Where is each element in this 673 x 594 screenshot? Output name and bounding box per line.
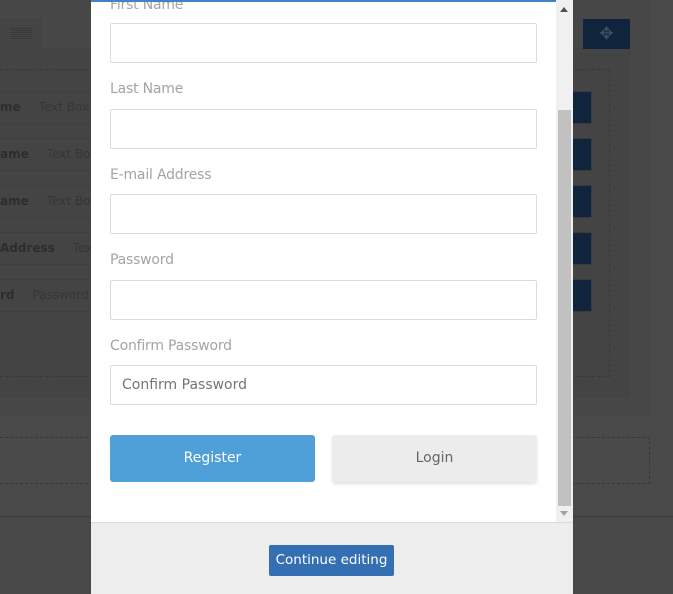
last-name-label: Last Name (110, 81, 184, 97)
preview-modal: First Name Last Name E-mail Address Pass… (91, 0, 573, 594)
bg-field-row[interactable]: Address Text (0, 232, 97, 265)
confirm-password-input[interactable] (110, 365, 537, 405)
login-button[interactable]: Login (332, 435, 537, 482)
bg-field-action-button[interactable] (572, 185, 592, 218)
bg-field-action-button[interactable] (572, 138, 592, 171)
grid-icon (10, 28, 32, 40)
scroll-up-arrow-icon[interactable] (560, 7, 568, 12)
scroll-down-arrow-icon[interactable] (560, 511, 568, 516)
modal-footer: Continue editing (91, 522, 573, 594)
bg-field-row[interactable]: rd Password (0, 279, 95, 312)
bg-field-action-button[interactable] (572, 91, 592, 124)
password-label: Password (110, 252, 174, 268)
move-icon: ✥ (599, 24, 614, 44)
email-input[interactable] (110, 194, 537, 234)
modal-scrollbar[interactable] (556, 0, 573, 522)
bg-field-row[interactable]: me Text Box (0, 91, 95, 124)
modal-top-border (91, 0, 573, 2)
bg-field-row[interactable]: ame Text Box (0, 185, 97, 218)
continue-editing-button[interactable]: Continue editing (269, 545, 394, 576)
last-name-input[interactable] (110, 109, 537, 149)
scrollbar-thumb[interactable] (558, 110, 571, 506)
modal-scroll-content: First Name Last Name E-mail Address Pass… (91, 0, 556, 522)
register-button[interactable]: Register (110, 435, 315, 482)
move-button[interactable]: ✥ (583, 19, 630, 49)
password-input[interactable] (110, 280, 537, 320)
email-label: E-mail Address (110, 167, 212, 183)
confirm-password-label: Confirm Password (110, 338, 232, 354)
bg-field-action-button[interactable] (572, 232, 592, 265)
layout-toggle-button[interactable] (0, 18, 42, 50)
first-name-input[interactable] (110, 23, 537, 63)
bg-field-row[interactable]: ame Text Box (0, 138, 97, 171)
bg-field-action-button[interactable] (572, 279, 592, 312)
